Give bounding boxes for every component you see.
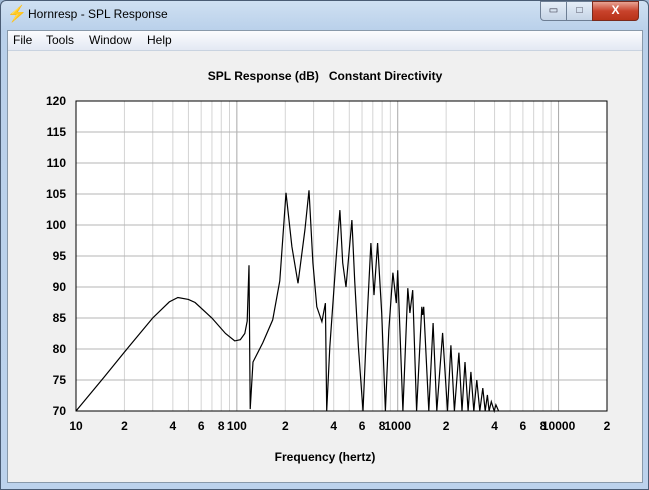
y-tick-label: 70 — [53, 404, 67, 418]
chart-title: SPL Response (dB) Constant Directivity — [208, 69, 443, 83]
x-tick-label: 6 — [520, 419, 527, 433]
x-tick-label: 2 — [604, 419, 611, 433]
x-tick-label: 6 — [359, 419, 366, 433]
x-tick-label: 4 — [491, 419, 498, 433]
x-tick-label: 2 — [443, 419, 450, 433]
y-tick-label: 110 — [47, 156, 67, 170]
x-axis-label: Frequency (hertz) — [275, 450, 376, 464]
y-tick-label: 100 — [46, 218, 66, 232]
x-tick-label: 10000 — [542, 419, 576, 433]
x-tick-label: 1000 — [384, 419, 411, 433]
y-tick-label: 90 — [53, 280, 67, 294]
x-tick-label: 2 — [282, 419, 289, 433]
y-tick-label: 95 — [53, 249, 67, 263]
spl-chart: SPL Response (dB) Constant Directivity 7… — [46, 69, 611, 464]
y-tick-label: 80 — [53, 342, 67, 356]
x-tick-label: 6 — [198, 419, 205, 433]
y-tick-label: 105 — [46, 187, 66, 201]
y-tick-label: 115 — [47, 125, 67, 139]
x-tick-label: 2 — [121, 419, 128, 433]
x-tick-label: 8 — [218, 419, 225, 433]
x-tick-label: 100 — [227, 419, 247, 433]
x-tick-label: 4 — [170, 419, 177, 433]
x-tick-label: 10 — [69, 419, 83, 433]
x-tick-label: 4 — [330, 419, 337, 433]
y-tick-label: 85 — [53, 311, 67, 325]
y-tick-label: 75 — [53, 373, 67, 387]
y-tick-label: 120 — [46, 94, 66, 108]
